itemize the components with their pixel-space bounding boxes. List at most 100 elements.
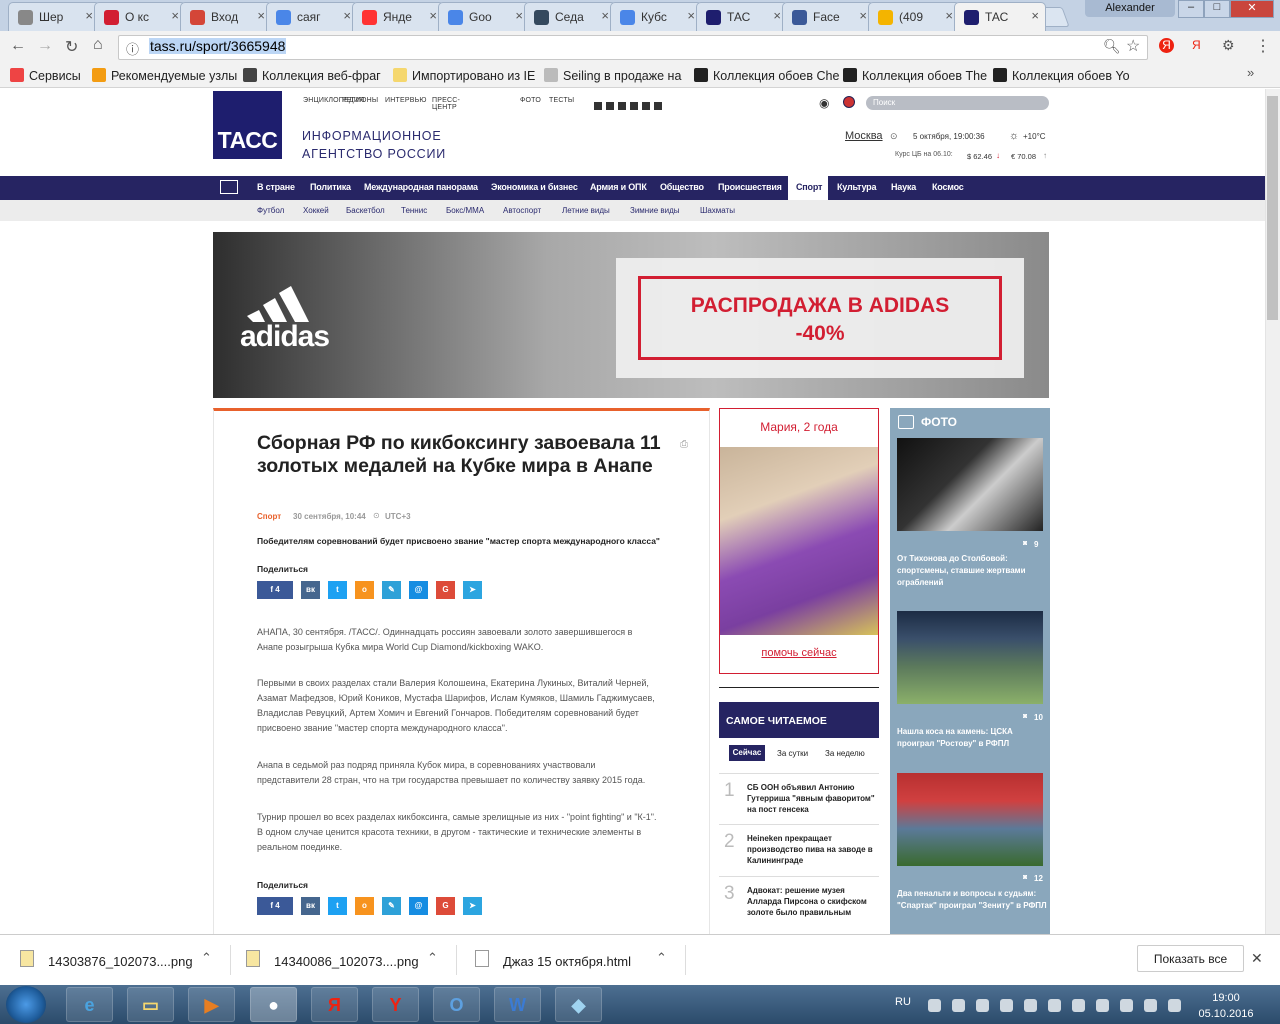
photo-caption[interactable]: От Тихонова до Столбовой: спортсмены, ст… (897, 553, 1047, 589)
reload-icon[interactable]: ↻ (65, 37, 78, 57)
tass-logo[interactable]: ТАСС (213, 91, 282, 159)
twitter-share-icon[interactable]: t (328, 897, 347, 915)
maximize-button[interactable]: □ (1204, 0, 1230, 18)
browser-tab[interactable]: ТАС × (954, 2, 1046, 31)
photo-thumb[interactable] (897, 611, 1043, 704)
profile-button[interactable]: Alexander (1085, 0, 1175, 17)
subnav-item[interactable]: Зимние виды (630, 206, 680, 215)
download-item[interactable]: Джаз 15 октября.html (503, 954, 631, 969)
tray-icon[interactable] (1024, 999, 1037, 1012)
close-window-button[interactable]: ✕ (1230, 0, 1274, 18)
print-icon[interactable]: ⎙ (680, 439, 688, 450)
url-text[interactable]: tass.ru/sport/3665948 (149, 38, 287, 54)
more-bookmarks-icon[interactable]: » (1247, 65, 1254, 80)
city-selector[interactable]: Москва (845, 130, 883, 142)
uk-flag-icon[interactable] (843, 96, 855, 108)
language-indicator[interactable]: RU (895, 996, 911, 1008)
volume-icon[interactable] (1168, 999, 1181, 1012)
subnav-item[interactable]: Бокс/ММА (446, 206, 484, 215)
photo-caption[interactable]: Два пенальти и вопросы к судьям: "Спарта… (897, 888, 1047, 912)
twitter-icon[interactable] (618, 102, 626, 110)
most-read-text[interactable]: Heineken прекращает производство пива на… (747, 833, 877, 866)
scrollbar-thumb[interactable] (1267, 96, 1278, 320)
info-icon[interactable]: ⓘ (126, 39, 139, 58)
bookmark-item[interactable]: Коллекция обоев Che (694, 68, 839, 83)
subnav-item[interactable]: Футбол (257, 206, 284, 215)
close-downloads-icon[interactable]: ✕ (1251, 950, 1263, 967)
tab-close-icon[interactable]: × (343, 8, 351, 23)
tab-close-icon[interactable]: × (945, 8, 953, 23)
tray-icon[interactable] (1048, 999, 1061, 1012)
nav-item[interactable]: Происшествия (718, 182, 782, 192)
nav-item[interactable]: В стране (257, 182, 295, 192)
browser-tab[interactable]: Face × (782, 2, 874, 31)
nav-item[interactable]: Политика (310, 182, 351, 192)
yandex-browser-icon[interactable]: Я (311, 987, 358, 1022)
nav-item[interactable]: Культура (837, 182, 876, 192)
tray-icon[interactable] (1000, 999, 1013, 1012)
top-link[interactable]: РЕГИОНЫ (342, 97, 378, 104)
bookmark-item[interactable]: Сервисы (10, 68, 81, 83)
tab-close-icon[interactable]: × (429, 8, 437, 23)
media-player-icon[interactable]: ▶ (188, 987, 235, 1022)
tab-week[interactable]: За неделю (825, 749, 865, 758)
subnav-item[interactable]: Теннис (401, 206, 427, 215)
chrome-icon[interactable]: ● (250, 987, 297, 1022)
tray-icon[interactable] (1096, 999, 1109, 1012)
forward-icon[interactable]: → (37, 37, 53, 55)
bookmark-item[interactable]: Seiling в продаже на (544, 68, 681, 83)
tab-close-icon[interactable]: × (171, 8, 179, 23)
start-button[interactable] (6, 986, 46, 1023)
facebook-icon[interactable] (606, 102, 614, 110)
chevron-up-icon[interactable]: ⌃ (427, 950, 438, 966)
zoom-icon[interactable]: 🔍︎ (1103, 38, 1121, 55)
tab-close-icon[interactable]: × (1031, 8, 1039, 23)
top-link[interactable]: ПРЕСС-ЦЕНТР (432, 97, 460, 111)
nav-item[interactable]: Космос (932, 182, 964, 192)
top-link[interactable]: ФОТО (520, 97, 541, 104)
download-item[interactable]: 14340086_102073....png (274, 954, 419, 969)
eye-icon[interactable]: ◉ (819, 96, 829, 110)
browser-tab[interactable]: Шер × (8, 2, 100, 31)
tab-close-icon[interactable]: × (601, 8, 609, 23)
chevron-up-icon[interactable]: ⌃ (201, 950, 212, 966)
mail-share-icon[interactable]: @ (409, 581, 428, 599)
chevron-up-icon[interactable]: ⌃ (656, 950, 667, 966)
site-search-input[interactable]: Поиск (866, 96, 1049, 110)
youtube-icon[interactable] (642, 102, 650, 110)
tray-icon[interactable] (1144, 999, 1157, 1012)
tray-icon[interactable] (976, 999, 989, 1012)
vk-share-icon[interactable]: вк (301, 897, 320, 915)
menu-grid-icon[interactable] (220, 180, 238, 194)
bookmark-item[interactable]: Коллекция обоев The (843, 68, 987, 83)
browser-tab[interactable]: О кс × (94, 2, 186, 31)
subnav-item[interactable]: Шахматы (700, 206, 735, 215)
photo-caption[interactable]: Нашла коса на камень: ЦСКА проиграл "Рос… (897, 726, 1047, 750)
tray-icon[interactable] (928, 999, 941, 1012)
nav-item[interactable]: Международная панорама (364, 182, 478, 192)
browser-tab[interactable]: Янде × (352, 2, 444, 31)
explorer-icon[interactable]: ▭ (127, 987, 174, 1022)
google-share-icon[interactable]: G (436, 897, 455, 915)
help-now-link[interactable]: помочь сейчас (719, 647, 879, 659)
tab-close-icon[interactable]: × (859, 8, 867, 23)
bookmark-star-icon[interactable]: ☆ (1126, 36, 1140, 56)
top-link[interactable]: ТЕСТЫ (549, 97, 574, 104)
nav-item[interactable]: Экономика и бизнес (491, 182, 578, 192)
photo-thumb[interactable] (897, 438, 1043, 531)
nav-item[interactable]: Спорт (796, 182, 822, 192)
ok-share-icon[interactable]: о (355, 581, 374, 599)
google-plus-icon[interactable] (654, 102, 662, 110)
subnav-item[interactable]: Баскетбол (346, 206, 385, 215)
browser-tab[interactable]: Goo × (438, 2, 530, 31)
browser-tab[interactable]: Седа × (524, 2, 616, 31)
ie-icon[interactable]: e (66, 987, 113, 1022)
vk-share-icon[interactable]: вк (301, 581, 320, 599)
menu-icon[interactable]: ⋮ (1255, 36, 1271, 56)
bookmark-item[interactable]: Коллекция веб-фраг (243, 68, 381, 83)
tab-now[interactable]: Сейчас (729, 745, 765, 761)
tab-close-icon[interactable]: × (687, 8, 695, 23)
yandex-icon[interactable]: Y (372, 987, 419, 1022)
tab-close-icon[interactable]: × (257, 8, 265, 23)
livejournal-share-icon[interactable]: ✎ (382, 581, 401, 599)
